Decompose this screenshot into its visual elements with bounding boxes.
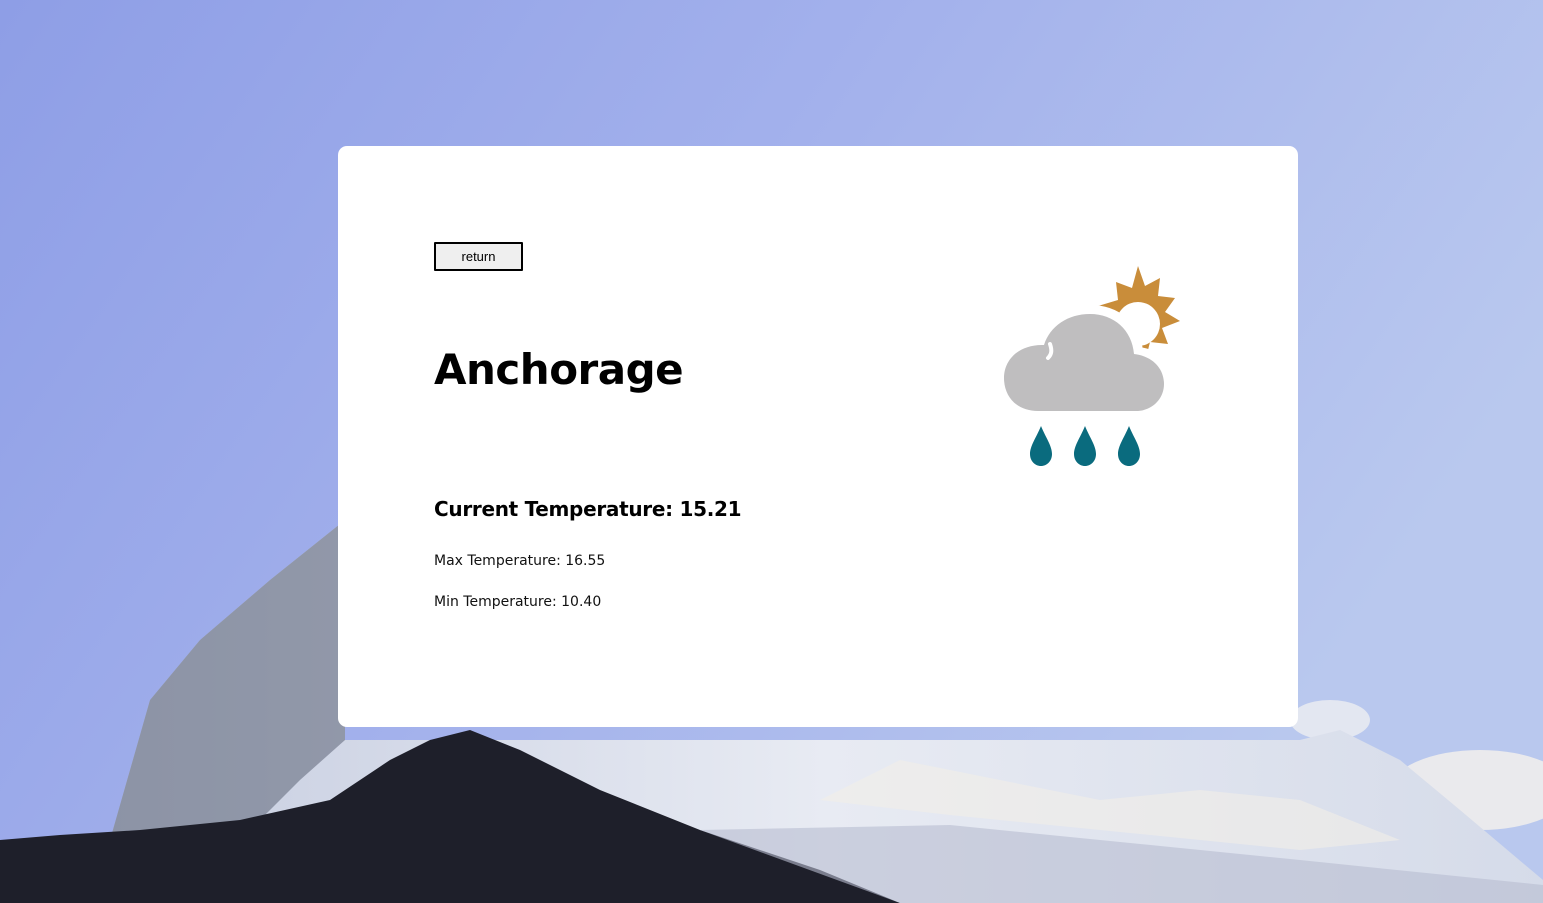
max-temperature: Max Temperature: 16.55 xyxy=(434,553,606,569)
partly-cloudy-rain-icon xyxy=(998,266,1180,466)
min-temperature: Min Temperature: 10.40 xyxy=(434,594,602,610)
rain-drops-icon xyxy=(1030,426,1140,466)
return-button[interactable]: return xyxy=(434,242,523,271)
city-name: Anchorage xyxy=(434,345,684,394)
weather-card: return Anchorage Current Temperature: 15… xyxy=(338,146,1298,727)
current-temperature: Current Temperature: 15.21 xyxy=(434,497,742,521)
